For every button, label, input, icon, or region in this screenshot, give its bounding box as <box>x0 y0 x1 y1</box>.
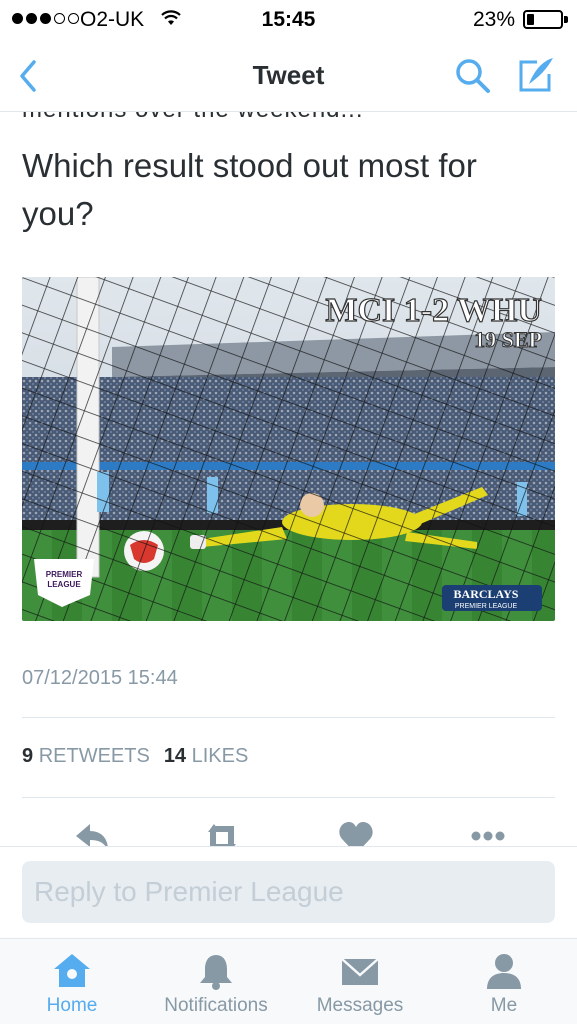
svg-text:PREMIER: PREMIER <box>46 570 83 579</box>
home-icon <box>54 954 90 987</box>
tab-notifications[interactable]: Notifications <box>151 939 281 1024</box>
tab-me[interactable]: Me <box>439 939 569 1024</box>
retweets-stat[interactable]: 9 RETWEETS <box>22 745 150 768</box>
retweet-icon[interactable] <box>202 818 242 848</box>
tweet-text: Which result stood out most for you? <box>22 147 477 232</box>
compose-icon[interactable] <box>515 54 557 96</box>
navigation-bar: Tweet <box>0 40 577 112</box>
tweet-media-image[interactable]: MCI 1-2 WHU 19 SEP PREMIER LEAGUE BARCLA… <box>22 277 555 621</box>
tab-home[interactable]: Home <box>7 939 137 1024</box>
likes-stat[interactable]: 14 LIKES <box>164 745 249 768</box>
tab-messages[interactable]: Messages <box>295 939 425 1024</box>
svg-text:PREMIER LEAGUE: PREMIER LEAGUE <box>455 603 518 610</box>
reply-bar <box>0 846 577 938</box>
reply-input[interactable] <box>22 861 555 923</box>
bell-icon <box>200 955 232 990</box>
more-icon[interactable] <box>468 818 508 848</box>
status-bar: O2-UK 15:45 23% <box>0 0 577 40</box>
tab-label: Messages <box>316 995 404 1016</box>
match-photo: MCI 1-2 WHU 19 SEP PREMIER LEAGUE BARCLA… <box>22 277 555 621</box>
svg-text:LEAGUE: LEAGUE <box>47 580 81 589</box>
battery-nub <box>564 16 568 23</box>
tweet-actions <box>0 818 577 848</box>
svg-text:BARCLAYS: BARCLAYS <box>454 587 519 601</box>
score-caption: MCI 1-2 WHU <box>325 292 542 329</box>
tab-label: Me <box>490 995 518 1016</box>
divider <box>22 717 555 718</box>
envelope-icon <box>341 958 379 985</box>
heart-icon[interactable] <box>336 818 376 848</box>
tab-label: Home <box>46 995 98 1016</box>
chevron-left-icon[interactable] <box>14 56 44 96</box>
reply-icon[interactable] <box>72 818 112 848</box>
battery-percent: 23% <box>472 8 515 31</box>
tweet-timestamp: 07/12/2015 15:44 <box>22 667 178 689</box>
tab-label: Notifications <box>164 995 268 1016</box>
tweet-stats: 9 RETWEETS 14 LIKES <box>22 745 248 768</box>
person-icon <box>487 954 521 989</box>
barclays-logo: BARCLAYS PREMIER LEAGUE <box>442 585 542 611</box>
divider <box>22 797 555 798</box>
battery-icon <box>523 10 563 29</box>
date-caption: 19 SEP <box>474 327 542 352</box>
tab-bar: Home Notifications Messages Me <box>0 938 577 1024</box>
truncated-text-line: mentions over the weekend... <box>22 112 422 122</box>
search-icon[interactable] <box>453 56 493 96</box>
